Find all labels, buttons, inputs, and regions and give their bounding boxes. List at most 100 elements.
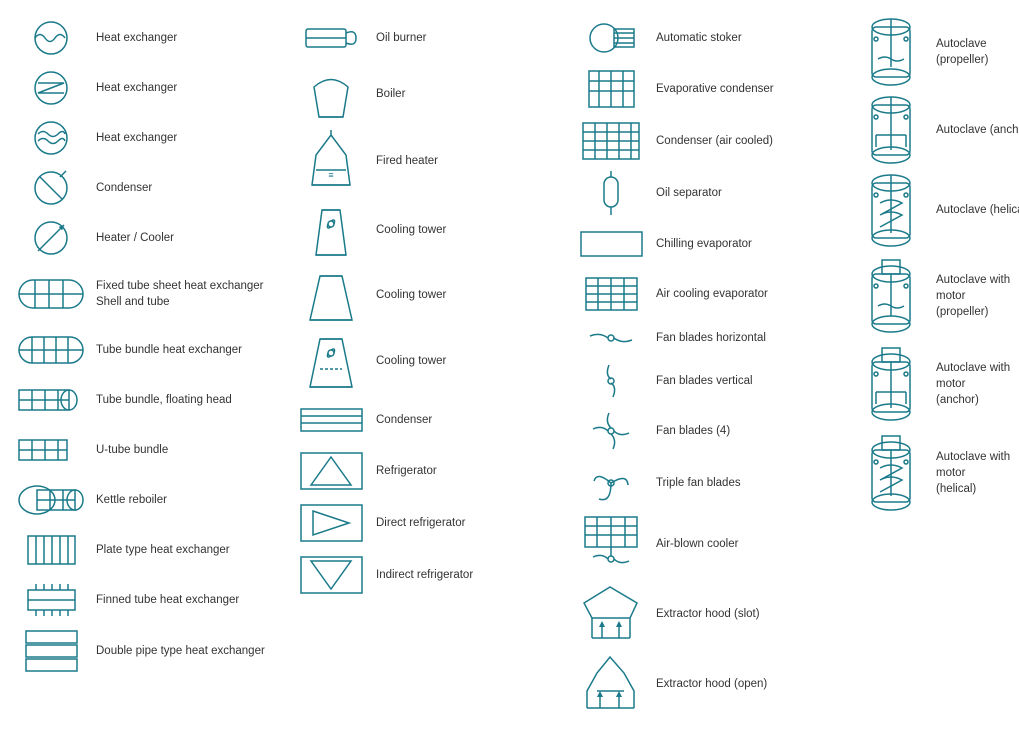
- list-item: Kettle reboiler: [14, 476, 286, 524]
- autoclave-anchor-label: Autoclave (anchor): [936, 122, 1019, 138]
- list-item: Finned tube heat exchanger: [14, 576, 286, 624]
- list-item: Extractor hood (slot): [574, 580, 846, 648]
- column-4: Autoclave (propeller): [850, 10, 1019, 722]
- list-item: Autoclave (propeller): [854, 14, 1019, 90]
- list-item: Boiler: [294, 64, 566, 125]
- oil-separator-label: Oil separator: [656, 185, 722, 201]
- oil-separator-icon: [576, 171, 646, 215]
- indirect-refrigerator-label: Indirect refrigerator: [376, 567, 473, 583]
- list-item: Chilling evaporator: [574, 220, 846, 268]
- heat-exchanger-3-label: Heat exchanger: [96, 130, 177, 146]
- fixed-tube-label: Fixed tube sheet heat exchanger Shell an…: [96, 278, 264, 310]
- plate-type-icon: [16, 532, 86, 568]
- autoclave-motor-helical-label: Autoclave with motor (helical): [936, 449, 1019, 497]
- fixed-tube-icon: [16, 272, 86, 317]
- heat-exchanger-3-icon: [16, 119, 86, 157]
- fan-blades-horizontal-icon: [576, 324, 646, 352]
- list-item: Cooling tower: [294, 328, 566, 394]
- list-item: Fixed tube sheet heat exchanger Shell an…: [14, 264, 286, 324]
- list-item: ≡ Fired heater: [294, 127, 566, 195]
- list-item: Oil burner: [294, 14, 566, 62]
- heater-cooler-label: Heater / Cooler: [96, 230, 174, 246]
- evaporative-condenser-icon: [576, 67, 646, 111]
- kettle-icon: [16, 480, 86, 520]
- condenser-icon: [16, 169, 86, 207]
- cooling-tower-1-label: Cooling tower: [376, 222, 446, 238]
- list-item: Autoclave with motor (propeller): [854, 253, 1019, 339]
- triple-fan-blades-icon: [576, 461, 646, 505]
- oil-burner-icon: [296, 19, 366, 57]
- tube-bundle-floating-label: Tube bundle, floating head: [96, 392, 232, 408]
- list-item: Air cooling evaporator: [574, 270, 846, 318]
- oil-burner-label: Oil burner: [376, 30, 427, 46]
- list-item: Oil separator: [574, 168, 846, 218]
- plate-type-label: Plate type heat exchanger: [96, 542, 230, 558]
- chilling-evaporator-label: Chilling evaporator: [656, 236, 752, 252]
- finned-tube-label: Finned tube heat exchanger: [96, 592, 239, 608]
- condenser2-icon: [296, 401, 366, 439]
- fan-blades-4-icon: [576, 409, 646, 453]
- kettle-label: Kettle reboiler: [96, 492, 167, 508]
- fan-blades-vertical-icon: [576, 361, 646, 401]
- extractor-hood-open-icon: [576, 653, 646, 715]
- fan-blades-horizontal-label: Fan blades horizontal: [656, 330, 766, 346]
- u-tube-label: U-tube bundle: [96, 442, 168, 458]
- list-item: Condenser: [294, 396, 566, 444]
- autoclave-motor-propeller-label: Autoclave with motor (propeller): [936, 272, 1019, 320]
- air-blown-cooler-label: Air-blown cooler: [656, 536, 738, 552]
- fan-blades-vertical-label: Fan blades vertical: [656, 373, 753, 389]
- autoclave-motor-anchor-label: Autoclave with motor (anchor): [936, 360, 1019, 408]
- evaporative-condenser-label: Evaporative condenser: [656, 81, 774, 97]
- chilling-evaporator-icon: [576, 226, 646, 262]
- autoclave-propeller-icon: [856, 17, 926, 87]
- heat-exchanger-2-icon: [16, 69, 86, 107]
- extractor-hood-slot-label: Extractor hood (slot): [656, 606, 760, 622]
- autoclave-helical-icon: [856, 173, 926, 248]
- list-item: Double pipe type heat exchanger: [14, 626, 286, 676]
- list-item: Indirect refrigerator: [294, 550, 566, 600]
- list-item: Heat exchanger: [14, 114, 286, 162]
- tube-bundle-label: Tube bundle heat exchanger: [96, 342, 242, 358]
- boiler-icon: [296, 67, 366, 122]
- list-item: Condenser: [14, 164, 286, 212]
- list-item: Condenser (air cooled): [574, 116, 846, 166]
- cooling-tower-2-label: Cooling tower: [376, 287, 446, 303]
- refrigerator-icon: [296, 449, 366, 493]
- autoclave-propeller-label: Autoclave (propeller): [936, 36, 1019, 68]
- condenser-air-cooled-icon: [576, 119, 646, 163]
- list-item: Direct refrigerator: [294, 498, 566, 548]
- list-item: Fan blades vertical: [574, 358, 846, 404]
- list-item: Fan blades horizontal: [574, 320, 846, 356]
- indirect-refrigerator-icon: [296, 553, 366, 597]
- list-item: Heat exchanger: [14, 14, 286, 62]
- autoclave-anchor-icon: [856, 95, 926, 165]
- heat-exchanger-1-label: Heat exchanger: [96, 30, 177, 46]
- direct-refrigerator-label: Direct refrigerator: [376, 515, 465, 531]
- list-item: Triple fan blades: [574, 458, 846, 508]
- autoclave-motor-propeller-icon: [856, 256, 926, 336]
- list-item: Tube bundle, floating head: [14, 376, 286, 424]
- autoclave-motor-helical-icon: [856, 432, 926, 514]
- symbol-grid: Heat exchanger Heat exchanger: [10, 10, 1009, 722]
- condenser-air-cooled-label: Condenser (air cooled): [656, 133, 773, 149]
- page: Heat exchanger Heat exchanger: [0, 0, 1019, 732]
- tube-bundle-floating-icon: [16, 382, 86, 418]
- direct-refrigerator-icon: [296, 501, 366, 545]
- fired-heater-icon: ≡: [296, 130, 366, 192]
- autoclave-helical-label: Autoclave (helical): [936, 202, 1019, 218]
- heater-cooler-icon: [16, 217, 86, 259]
- list-item: Autoclave with motor (anchor): [854, 341, 1019, 427]
- air-blown-cooler-icon: [576, 513, 646, 575]
- automatic-stoker-icon: [576, 19, 646, 57]
- list-item: Tube bundle heat exchanger: [14, 326, 286, 374]
- column-1: Heat exchanger Heat exchanger: [10, 10, 290, 722]
- extractor-hood-open-label: Extractor hood (open): [656, 676, 767, 692]
- svg-text:≡: ≡: [328, 170, 333, 180]
- column-2: Oil burner Boiler: [290, 10, 570, 722]
- automatic-stoker-label: Automatic stoker: [656, 30, 742, 46]
- list-item: Automatic stoker: [574, 14, 846, 62]
- list-item: Refrigerator: [294, 446, 566, 496]
- heat-exchanger-1-icon: [16, 19, 86, 57]
- list-item: Fan blades (4): [574, 406, 846, 456]
- list-item: Evaporative condenser: [574, 64, 846, 114]
